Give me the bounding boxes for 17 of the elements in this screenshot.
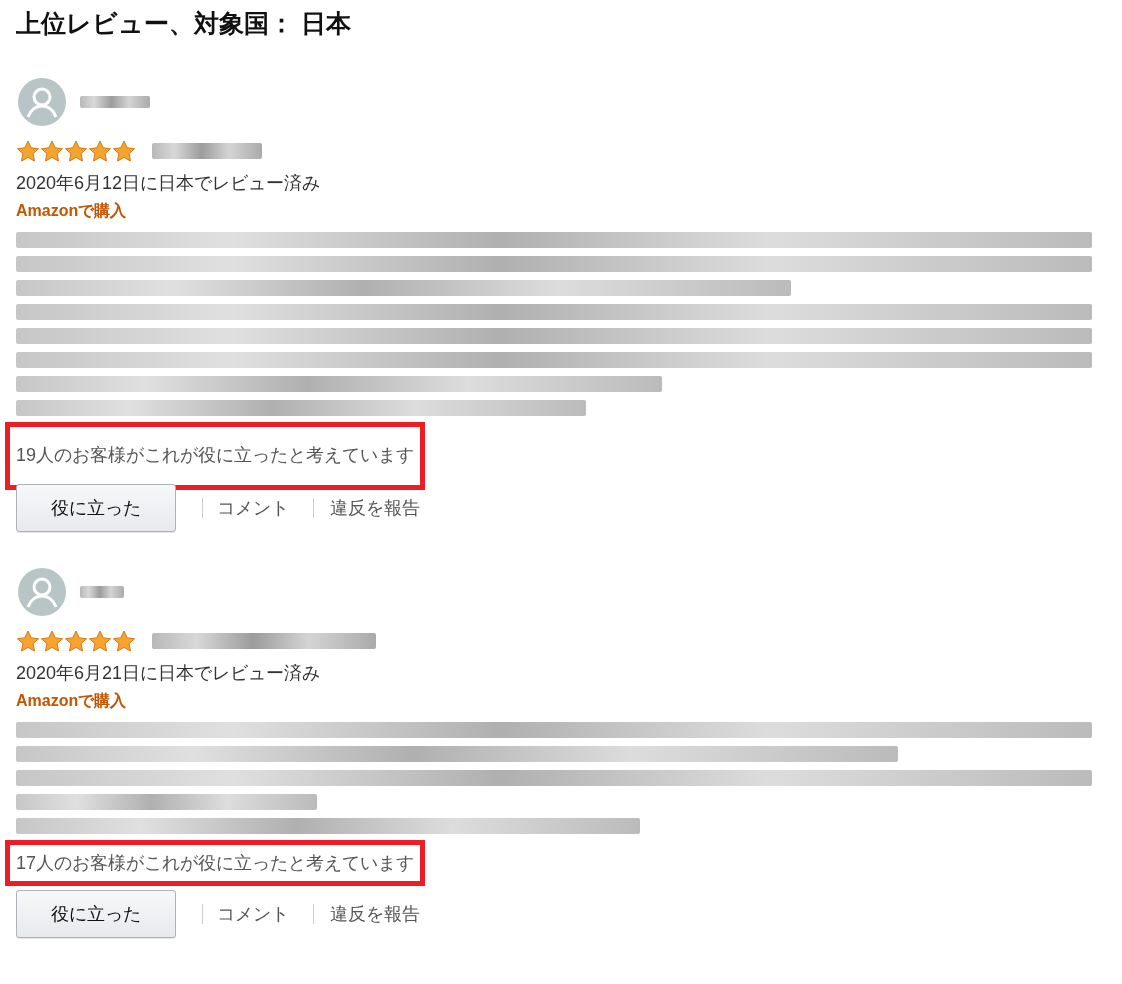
redacted-text <box>80 586 124 598</box>
helpful-button[interactable]: 役に立った <box>16 484 176 532</box>
avatar-icon <box>18 568 66 616</box>
comment-link[interactable]: コメント <box>217 496 289 520</box>
comment-link[interactable]: コメント <box>217 902 289 926</box>
helpful-count: 19人のお客様がこれが役に立ったと考えています <box>16 444 415 467</box>
report-link[interactable]: 違反を報告 <box>330 496 420 520</box>
redacted-text <box>80 96 150 108</box>
helpful-button[interactable]: 役に立った <box>16 890 176 938</box>
report-link[interactable]: 違反を報告 <box>330 902 420 926</box>
review-date: 2020年6月21日に日本でレビュー済み <box>16 662 322 685</box>
review-date: 2020年6月12日に日本でレビュー済み <box>16 172 322 195</box>
verified-purchase-label: Amazonで購入 <box>16 201 128 221</box>
verified-purchase-label: Amazonで購入 <box>16 691 128 711</box>
avatar-icon <box>18 78 66 126</box>
section-heading: 上位レビュー、対象国： 日本 <box>16 8 352 38</box>
helpful-count: 17人のお客様がこれが役に立ったと考えています <box>16 852 415 875</box>
